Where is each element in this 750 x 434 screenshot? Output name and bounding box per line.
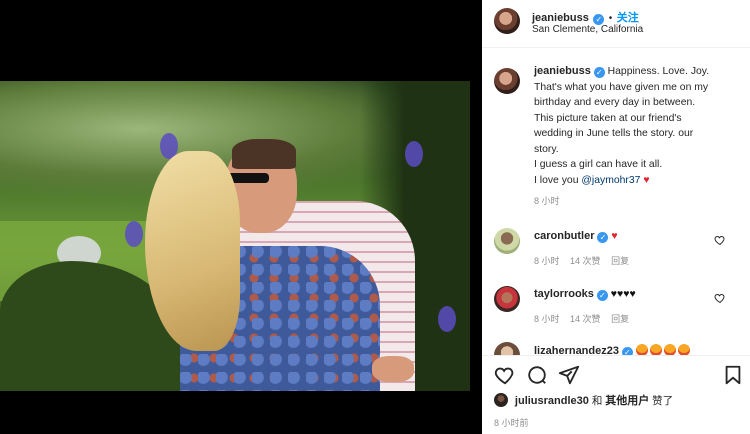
paper-plane-icon[interactable]: [558, 364, 580, 386]
bookmark-icon[interactable]: [722, 364, 744, 386]
photo-hands: [372, 356, 414, 382]
post-panel: jeaniebuss ✓ • 关注 San Clemente, Californ…: [482, 0, 750, 434]
media-pane: [0, 0, 482, 434]
comment-bubble-icon[interactable]: [526, 364, 548, 386]
liker-avatar[interactable]: [494, 393, 508, 407]
caption-last-line: I love you @jaymohr37 ♥: [534, 173, 744, 189]
verified-badge-icon: ✓: [596, 290, 608, 301]
mention-link[interactable]: @jaymohr37: [581, 175, 640, 186]
caption-first-line: jeaniebuss ✓ Happiness. Love. Joy.: [534, 64, 744, 80]
caption-line: I guess a girl can have it all.: [534, 159, 663, 170]
comment-item: caronbutler ✓ ♥ 8 小时 14 次赞 回复: [494, 228, 742, 288]
comment-likes[interactable]: 14 次赞: [570, 314, 601, 324]
post-header: jeaniebuss ✓ • 关注 San Clemente, Californ…: [482, 0, 750, 48]
post-time[interactable]: 8 小时前: [494, 416, 529, 429]
caption-time[interactable]: 8 小时: [534, 194, 744, 210]
commenter-username[interactable]: caronbutler: [534, 230, 595, 242]
separator-dot: •: [608, 13, 613, 24]
comment-body: taylorrooks ✓ ♥♥♥♥: [534, 288, 636, 301]
verified-badge-icon: ✓: [597, 232, 609, 243]
comment-like-heart-icon[interactable]: [714, 234, 726, 246]
comment-body: caronbutler ✓ ♥: [534, 230, 618, 243]
comment-like-heart-icon[interactable]: [714, 292, 726, 304]
comment-item: taylorrooks ✓ ♥♥♥♥ 8 小时 14 次赞 回复: [494, 286, 742, 346]
red-heart-emoji: ♥: [643, 174, 650, 186]
post-photo[interactable]: [0, 81, 470, 391]
caption-line: birthday and every day in between.: [534, 97, 696, 108]
photo-man-hair: [232, 139, 296, 169]
comment-text: ♥: [611, 230, 618, 242]
reply-button[interactable]: 回复: [611, 314, 629, 324]
comment-time[interactable]: 8 小时: [534, 256, 560, 266]
caption-line: Happiness. Love. Joy.: [607, 66, 710, 77]
caption-username[interactable]: jeaniebuss: [534, 65, 591, 77]
photo-flower: [438, 306, 456, 332]
photo-flower: [405, 141, 423, 167]
liked-by-conj: 和: [591, 395, 603, 407]
post-location[interactable]: San Clemente, California: [532, 24, 643, 35]
comment-item: lizahernandez23 ✓: [494, 342, 742, 356]
comment-time[interactable]: 8 小时: [534, 314, 560, 324]
others-link[interactable]: 其他用户: [605, 395, 649, 407]
follow-button[interactable]: 关注: [617, 12, 639, 24]
commenter-username[interactable]: taylorrooks: [534, 288, 594, 300]
caption-author-avatar[interactable]: [494, 68, 520, 94]
caption-line: story.: [534, 143, 559, 155]
comment-meta: 8 小时 14 次赞 回复: [534, 312, 637, 325]
author-username[interactable]: jeaniebuss: [532, 12, 589, 24]
caption-line: This picture taken at our friend's: [534, 112, 682, 124]
liker-username[interactable]: juliusrandle30: [515, 395, 589, 407]
caption-line: That's what you have given me on my: [534, 81, 709, 93]
heart-outline-icon[interactable]: [494, 364, 516, 386]
commenter-avatar[interactable]: [494, 342, 520, 356]
comment-likes[interactable]: 14 次赞: [570, 256, 601, 266]
author-avatar[interactable]: [494, 8, 520, 34]
caption-text: jeaniebuss ✓ Happiness. Love. Joy. That'…: [534, 64, 744, 210]
verified-badge-icon: ✓: [593, 67, 605, 78]
caption-line: I love you: [534, 174, 582, 186]
action-bar: juliusrandle30 和 其他用户 赞了 8 小时前: [482, 355, 750, 434]
liked-by-suffix: 赞了: [652, 395, 674, 407]
commenter-avatar[interactable]: [494, 286, 520, 312]
commenter-avatar[interactable]: [494, 228, 520, 254]
photo-flower: [125, 221, 143, 247]
liked-by-row: juliusrandle30 和 其他用户 赞了: [494, 392, 673, 408]
comment-text: ♥♥♥♥: [610, 288, 636, 300]
comment-meta: 8 小时 14 次赞 回复: [534, 254, 637, 267]
caption-line: wedding in June tells the story. our: [534, 128, 694, 139]
reply-button[interactable]: 回复: [611, 256, 629, 266]
